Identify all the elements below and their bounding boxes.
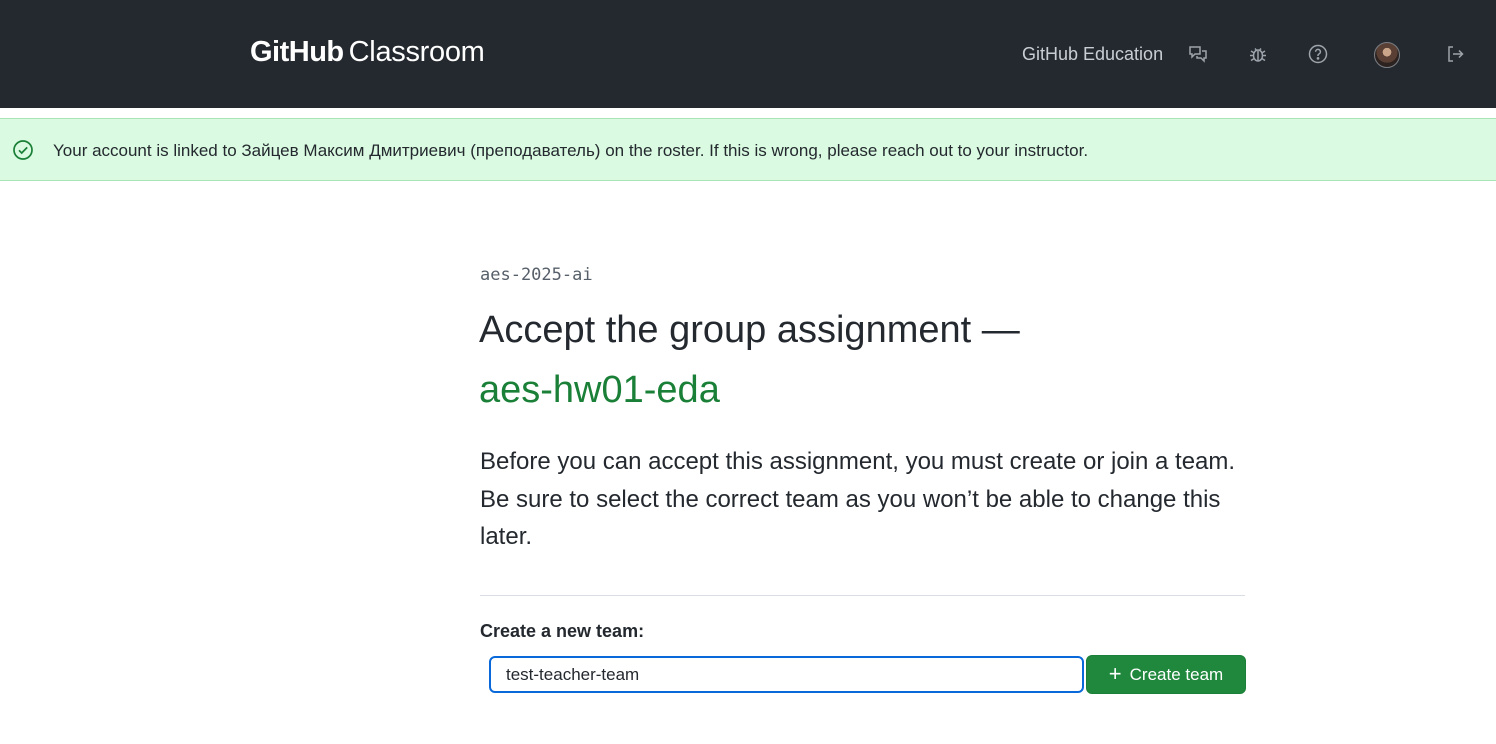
check-circle-icon [12,139,34,161]
github-classroom-logo[interactable]: GitHub Classroom [250,36,485,70]
github-education-link[interactable]: GitHub Education [1022,44,1163,65]
feedback-icon[interactable] [1187,43,1209,65]
create-team-label: Create a new team: [480,621,645,641]
divider [480,595,1245,596]
sign-out-icon[interactable] [1444,43,1466,65]
page-title: Accept the group assignment — aes-hw01-e… [479,300,1259,420]
create-team-button[interactable]: + Create team [1086,655,1246,694]
brand-classroom-text: Classroom [348,36,485,68]
roster-linked-flash: Your account is linked to Зайцев Максим … [0,118,1496,181]
team-name-input[interactable] [489,656,1084,693]
page-title-prefix: Accept the group assignment — [479,309,1020,351]
bug-icon[interactable] [1247,43,1269,65]
plus-icon: + [1108,660,1122,686]
assignment-name: aes-hw01-eda [479,369,720,411]
create-team-button-label: Create team [1129,664,1224,684]
flash-message: Your account is linked to Зайцев Максим … [53,141,1089,160]
help-icon[interactable] [1307,43,1329,65]
organization-name: aes-2025-ai [480,265,593,285]
assignment-description: Before you can accept this assignment, y… [480,448,1236,550]
brand-github-text: GitHub [250,36,344,68]
avatar[interactable] [1374,42,1400,68]
top-header: GitHub Classroom GitHub Education [0,0,1496,108]
